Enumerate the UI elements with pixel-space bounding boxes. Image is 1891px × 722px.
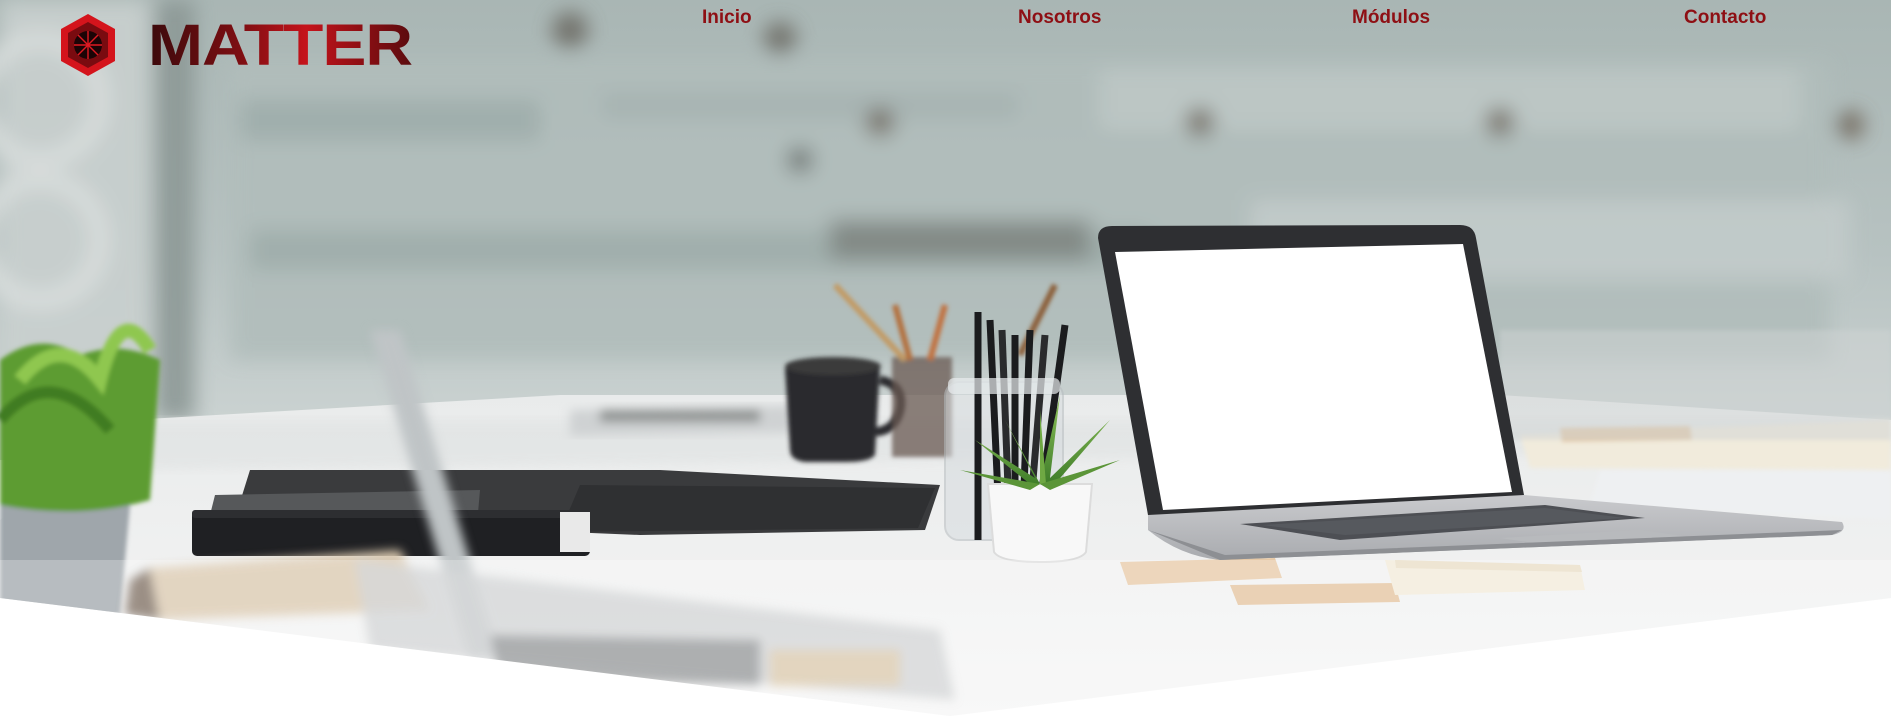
nav-link-contacto[interactable]: Contacto [1684,7,1766,29]
top-navigation: MATTER Inicio Nosotros Módulos Contacto [0,0,1891,80]
hero-banner [0,0,1891,716]
nav-menu: Inicio Nosotros Módulos Contacto [0,0,1891,40]
nav-link-nosotros[interactable]: Nosotros [1018,7,1101,29]
nav-link-inicio[interactable]: Inicio [702,7,752,29]
hero-background-image [0,0,1891,716]
nav-link-modulos[interactable]: Módulos [1352,7,1430,29]
